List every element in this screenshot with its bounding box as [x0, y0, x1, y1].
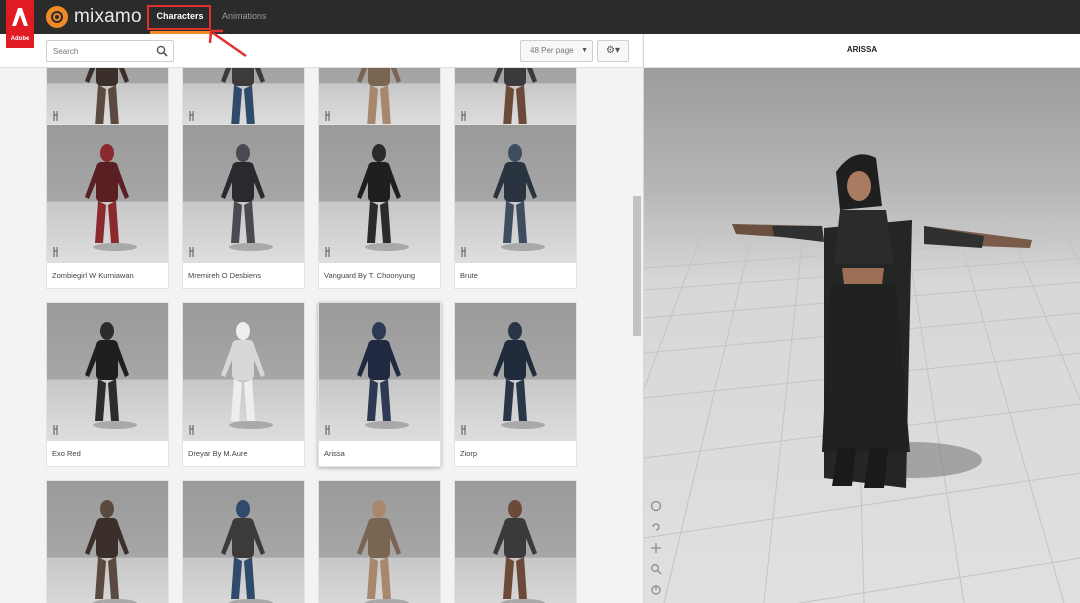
arissa-character-model: [732, 154, 1032, 488]
tpose-figure-icon: [53, 247, 58, 257]
character-figure: [221, 68, 265, 127]
character-name: Vanguard By T. Choonyung: [324, 271, 416, 280]
character-thumbnail: [47, 303, 168, 441]
character-thumbnail: [47, 125, 168, 263]
character-grid: JasperPassive Marker ManCopzombie L Acti…: [0, 68, 642, 603]
character-thumbnail: [319, 303, 440, 441]
character-figure: [85, 68, 129, 127]
tpose-figure-icon: [189, 425, 194, 435]
character-card[interactable]: Zombiegirl W Kurniawan: [46, 124, 169, 289]
scrollbar-thumb[interactable]: [633, 196, 641, 336]
character-thumbnail: [455, 303, 576, 441]
per-page-value: 48 Per page: [530, 46, 574, 55]
pan-icon[interactable]: [650, 542, 662, 554]
annotation-highlight-box: [147, 5, 211, 30]
character-thumbnail: [455, 68, 576, 127]
character-thumbnail: [183, 303, 304, 441]
character-thumbnail: [47, 68, 168, 127]
tpose-figure-icon: [325, 111, 330, 121]
tpose-figure-icon: [461, 111, 466, 121]
character-preview-viewport[interactable]: [643, 68, 1080, 603]
character-name: Zombiegirl W Kurniawan: [52, 271, 134, 280]
adobe-logo[interactable]: Adobe: [6, 0, 34, 48]
character-thumbnail: [183, 481, 304, 603]
character-name: Dreyar By M.Aure: [188, 449, 248, 458]
tpose-figure-icon: [189, 111, 194, 121]
character-figure: [493, 500, 545, 603]
character-card[interactable]: [46, 480, 169, 603]
character-card[interactable]: Dreyar By M.Aure: [182, 302, 305, 467]
character-card[interactable]: Brute: [454, 124, 577, 289]
character-name: Exo Red: [52, 449, 81, 458]
character-figure: [357, 68, 401, 127]
settings-button[interactable]: ⚙▾: [597, 40, 629, 62]
character-toolbar: 48 Per page ▼ ⚙▾: [0, 34, 642, 68]
rotate-icon[interactable]: [650, 521, 662, 533]
character-card[interactable]: Arissa: [318, 302, 441, 467]
character-card[interactable]: [182, 480, 305, 603]
character-figure: [357, 322, 409, 429]
search-icon[interactable]: [156, 45, 168, 57]
zoom-icon[interactable]: [650, 563, 662, 575]
character-figure: [221, 322, 273, 429]
mixamo-mark-icon: [46, 6, 68, 28]
adobe-a-icon: [12, 8, 28, 26]
character-figure: [221, 500, 273, 603]
tpose-figure-icon: [53, 425, 58, 435]
character-thumbnail: [455, 125, 576, 263]
tpose-figure-icon: [53, 111, 58, 121]
character-card[interactable]: Vanguard By T. Choonyung: [318, 124, 441, 289]
character-figure: [85, 500, 137, 603]
chevron-down-icon: ▼: [581, 47, 588, 54]
character-name: Brute: [460, 271, 478, 280]
app-name: mixamo: [74, 6, 142, 27]
character-card[interactable]: [454, 480, 577, 603]
character-name: Arissa: [324, 449, 345, 458]
per-page-select[interactable]: 48 Per page ▼: [520, 40, 593, 62]
character-figure: [85, 144, 137, 251]
tpose-figure-icon: [325, 247, 330, 257]
character-thumbnail: [319, 481, 440, 603]
mixamo-logo[interactable]: mixamo: [46, 5, 142, 29]
character-card[interactable]: [318, 480, 441, 603]
reset-view-icon[interactable]: [650, 584, 662, 596]
camera-view-icon[interactable]: [650, 500, 662, 512]
tpose-figure-icon: [189, 247, 194, 257]
character-thumbnail: [183, 125, 304, 263]
tpose-figure-icon: [461, 425, 466, 435]
character-card[interactable]: Ziorp: [454, 302, 577, 467]
character-card[interactable]: Mremireh O Desbiens: [182, 124, 305, 289]
character-card[interactable]: Exo Red: [46, 302, 169, 467]
character-figure: [493, 322, 545, 429]
character-thumbnail: [47, 481, 168, 603]
character-figure: [221, 144, 273, 251]
viewport-tools: [650, 500, 664, 603]
character-thumbnail: [319, 68, 440, 127]
character-figure: [493, 144, 545, 251]
character-name: Ziorp: [460, 449, 478, 458]
character-figure: [85, 322, 137, 429]
adobe-label: Adobe: [10, 36, 30, 42]
character-thumbnail: [319, 125, 440, 263]
preview-title: ARISSA: [846, 45, 878, 54]
tpose-figure-icon: [325, 425, 330, 435]
annotation-arrow-icon: [208, 29, 247, 58]
character-thumbnail: [455, 481, 576, 603]
character-figure: [357, 144, 409, 251]
search-box: [46, 40, 174, 62]
character-name: Mremireh O Desbiens: [188, 271, 261, 280]
character-figure: [493, 68, 537, 127]
character-thumbnail: [183, 68, 304, 127]
character-figure: [357, 500, 409, 603]
search-input[interactable]: [47, 41, 151, 62]
gear-icon: ⚙▾: [606, 45, 620, 56]
tpose-figure-icon: [461, 247, 466, 257]
preview-header: ARISSA: [643, 34, 1080, 68]
